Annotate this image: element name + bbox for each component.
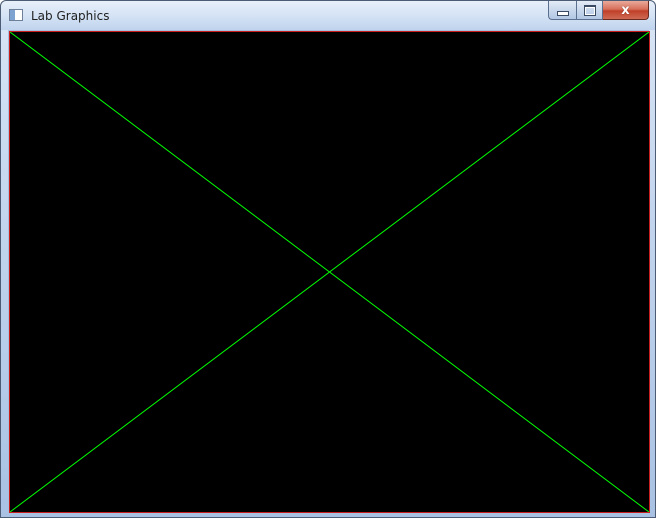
maximize-icon	[583, 4, 596, 16]
caption-buttons: x	[548, 1, 649, 20]
app-window: Lab Graphics x	[0, 0, 656, 518]
window-title: Lab Graphics	[31, 9, 110, 23]
maximize-button[interactable]	[576, 1, 603, 20]
app-window-icon[interactable]	[9, 9, 23, 21]
canvas-svg	[10, 32, 649, 512]
close-icon: x	[621, 2, 630, 18]
title-bar[interactable]: Lab Graphics x	[1, 1, 655, 30]
close-button[interactable]: x	[603, 1, 649, 20]
minimize-icon	[556, 10, 569, 16]
minimize-button[interactable]	[548, 1, 576, 20]
drawing-canvas[interactable]	[9, 31, 650, 513]
